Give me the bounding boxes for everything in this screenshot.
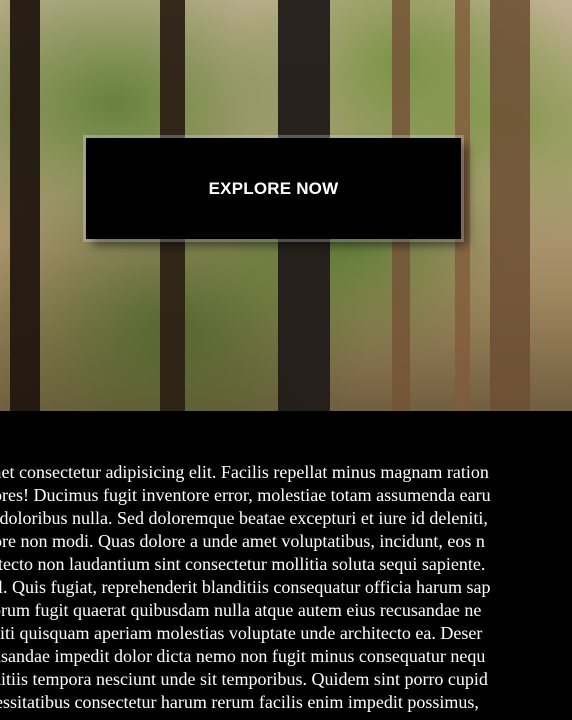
content-section: t amet consectetur adipisicing elit. Fac…: [0, 411, 572, 720]
paragraph-line: rchitecto non laudantium sint consectetu…: [0, 554, 486, 574]
paragraph-line: recusandae impedit dolor dicta nemo non …: [0, 646, 486, 666]
paragraph-line: necessitatibus consectetur harum rerum f…: [0, 692, 479, 712]
paragraph-line: nihil. Quis fugiat, reprehenderit blandi…: [0, 577, 491, 597]
explore-now-button[interactable]: EXPLORE NOW: [86, 138, 461, 239]
hero-section: EXPLORE NOW: [0, 0, 572, 411]
paragraph-line: eleniti quisquam aperiam molestias volup…: [0, 623, 483, 643]
paragraph-line: laborum fugit quaerat quibusdam nulla at…: [0, 600, 482, 620]
paragraph-line: nos doloribus nulla. Sed doloremque beat…: [0, 508, 488, 528]
paragraph-line: t amet consectetur adipisicing elit. Fac…: [0, 462, 489, 482]
body-paragraph: t amet consectetur adipisicing elit. Fac…: [0, 461, 572, 714]
paragraph-line: dolore non modi. Quas dolore a unde amet…: [0, 531, 485, 551]
paragraph-line: landitiis tempora nesciunt unde sit temp…: [0, 669, 488, 689]
paragraph-line: dolores! Ducimus fugit inventore error, …: [0, 485, 491, 505]
